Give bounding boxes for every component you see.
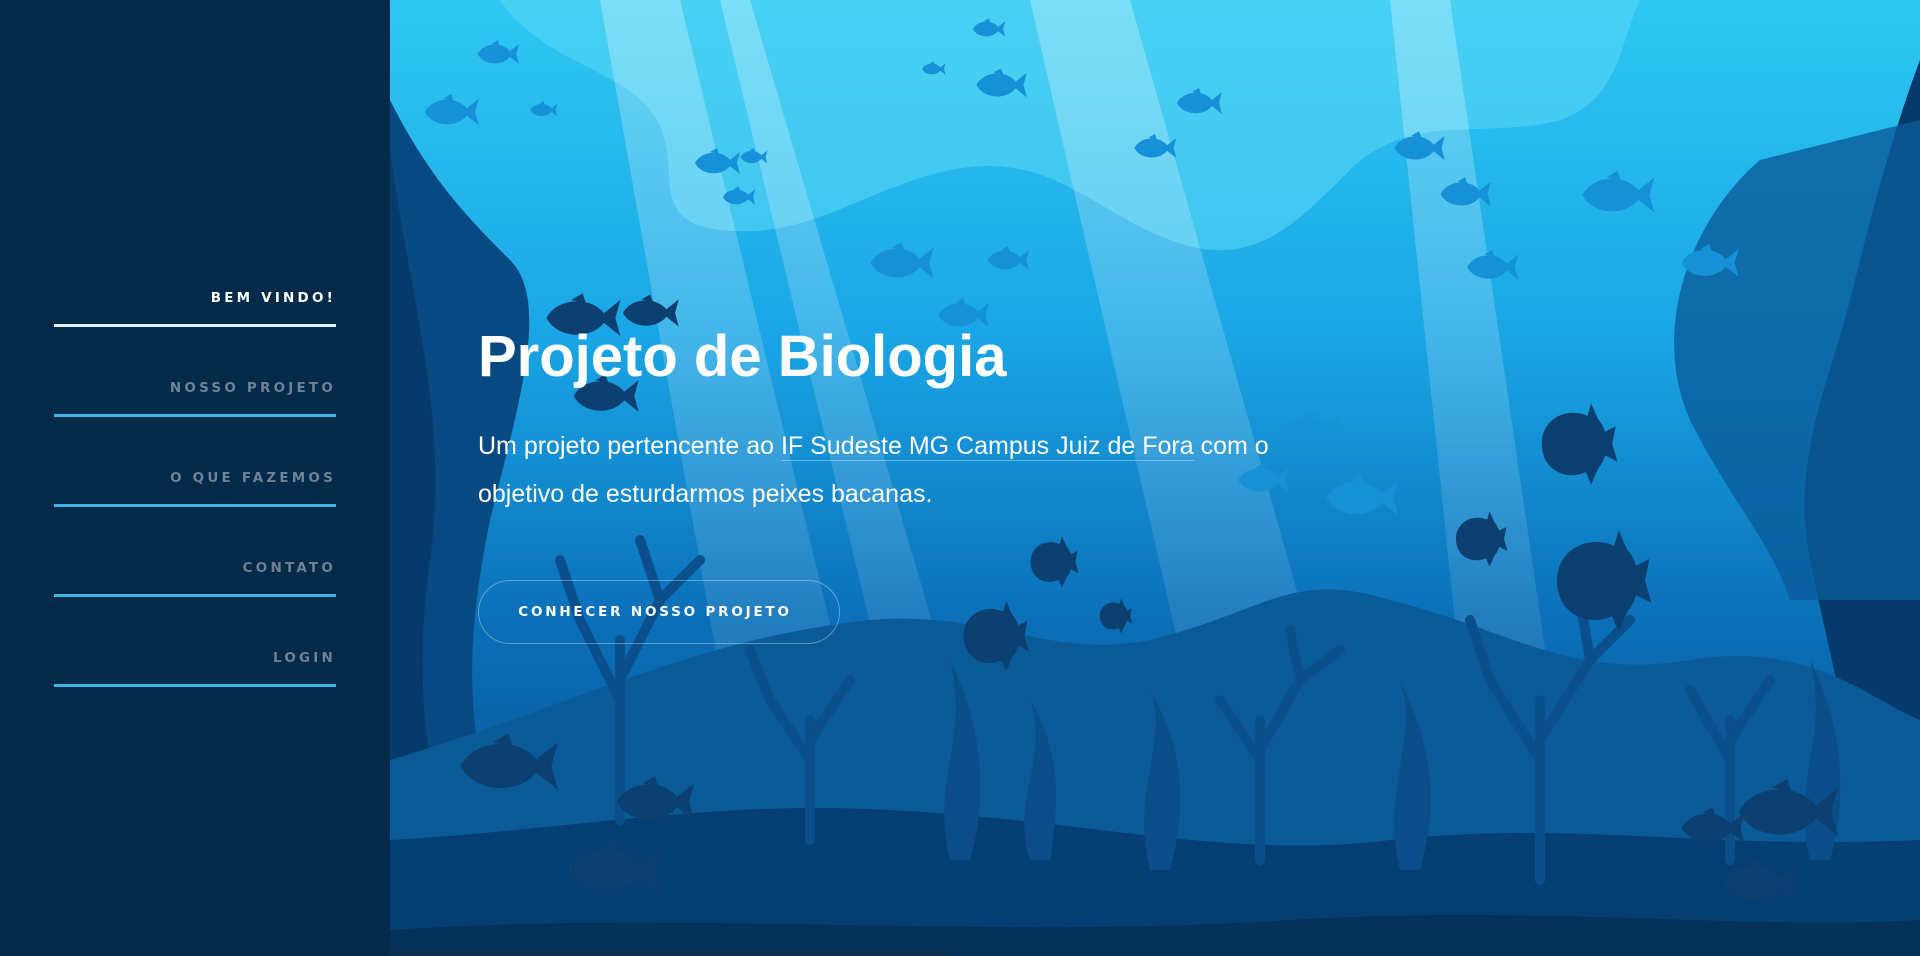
institution-link[interactable]: IF Sudeste MG Campus Juiz de Fora [780,432,1194,461]
page-title: Projeto de Biologia [478,324,1007,389]
nav-underline [54,594,336,597]
nav-item-o-que-fazemos[interactable]: O QUE FAZEMOS [54,450,336,540]
nav-item-bem-vindo[interactable]: BEM VINDO! [54,270,336,360]
nav-item-label: NOSSO PROJETO [169,380,336,396]
nav-item-label: O QUE FAZEMOS [170,470,336,486]
hero-description: Um projeto pertencente ao IF Sudeste MG … [478,422,1298,518]
conhecer-projeto-button[interactable]: CONHECER NOSSO PROJETO [478,580,840,644]
nav-item-contato[interactable]: CONTATO [54,540,336,630]
sidebar: BEM VINDO! NOSSO PROJETO O QUE FAZEMOS C… [0,0,390,956]
nav-underline [54,324,336,327]
nav-item-label: BEM VINDO! [210,290,336,306]
nav-underline [54,414,336,417]
nav-item-label: CONTATO [242,560,336,576]
hero-content: Projeto de Biologia Um projeto pertencen… [478,322,1378,644]
nav-underline [54,504,336,507]
nav-underline [54,684,336,687]
main-nav: BEM VINDO! NOSSO PROJETO O QUE FAZEMOS C… [54,270,336,720]
nav-item-label: LOGIN [273,650,336,666]
nav-item-login[interactable]: LOGIN [54,630,336,720]
hero-text-before: Um projeto pertencente ao [478,432,781,460]
hero-section: Projeto de Biologia Um projeto pertencen… [390,0,1920,956]
nav-item-nosso-projeto[interactable]: NOSSO PROJETO [54,360,336,450]
